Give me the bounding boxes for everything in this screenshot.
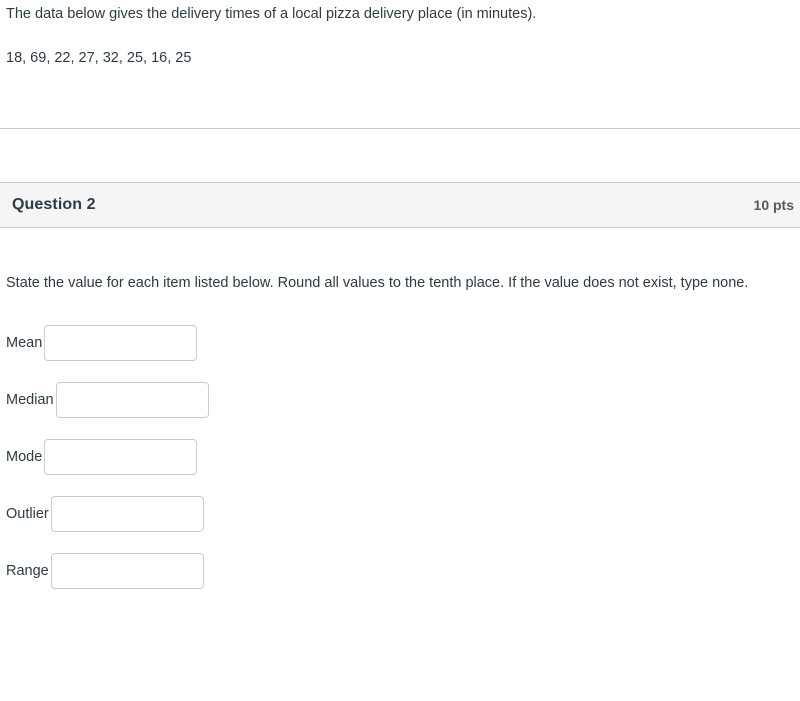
question-title: Question 2	[12, 196, 96, 213]
field-label-outlier: Outlier	[6, 506, 49, 522]
field-label-mode: Mode	[6, 449, 43, 465]
field-row-outlier: Outlier	[6, 496, 794, 532]
field-label-mean: Mean	[6, 335, 43, 351]
quiz-page: The data below gives the delivery times …	[0, 0, 800, 701]
field-label-median: Median	[6, 392, 54, 408]
field-row-median: Median	[6, 382, 794, 418]
outlier-input[interactable]	[50, 496, 204, 532]
mode-input[interactable]	[44, 439, 198, 475]
median-input[interactable]	[55, 382, 209, 418]
mean-input[interactable]	[44, 325, 198, 361]
range-input[interactable]	[50, 553, 204, 589]
question-header-bar: Question 2 10 pts	[0, 182, 800, 228]
field-row-mean: Mean	[6, 325, 794, 361]
answer-fields-group: Mean Median Mode Outlier Range	[6, 325, 794, 589]
question-prompt: State the value for each item listed bel…	[6, 275, 749, 291]
question-body: State the value for each item listed bel…	[0, 272, 800, 610]
delivery-times-data-list: 18, 69, 22, 27, 32, 25, 16, 25	[6, 50, 192, 66]
pizza-delivery-description: The data below gives the delivery times …	[6, 6, 537, 22]
section-divider	[0, 128, 800, 129]
field-label-range: Range	[6, 563, 49, 579]
field-row-range: Range	[6, 553, 794, 589]
previous-question-body: The data below gives the delivery times …	[0, 0, 800, 68]
field-row-mode: Mode	[6, 439, 794, 475]
question-points-badge: 10 pts	[753, 197, 794, 213]
